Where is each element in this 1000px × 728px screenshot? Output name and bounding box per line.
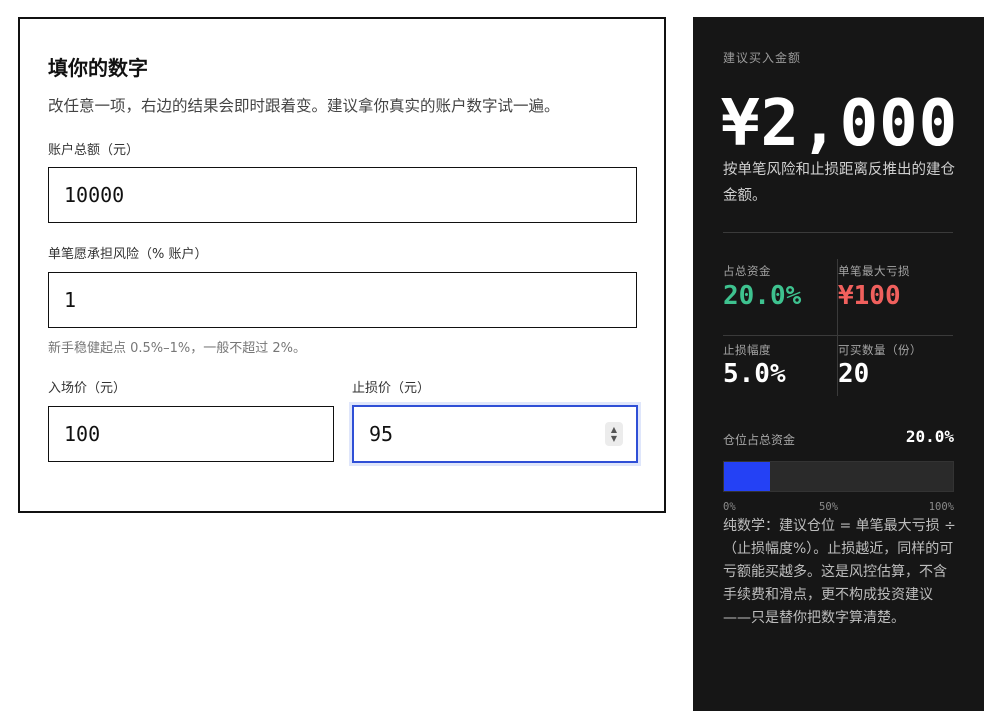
stop-price-value: 95 <box>369 422 394 446</box>
bar-tick-100: 100% <box>928 501 954 513</box>
stat-value-stop-range: 5.0% <box>723 359 786 389</box>
suggested-amount: ¥2,000 <box>721 87 959 161</box>
entry-price-value: 100 <box>64 422 101 446</box>
position-bar-label: 仓位占总资金 <box>723 433 796 447</box>
spin-down-icon[interactable]: ▼ <box>611 434 617 443</box>
stat-value-max-loss: ¥100 <box>838 281 901 311</box>
stat-value-capital-share: 20.0% <box>723 281 802 311</box>
suggested-amount-label: 建议买入金额 <box>723 51 802 65</box>
input-form-card: 填你的数字 改任意一项，右边的结果会即时跟着变。建议拿你真实的账户数字试一遍。 … <box>18 17 666 513</box>
amount-description: 按单笔风险和止损距离反推出的建仓金额。 <box>723 162 955 204</box>
entry-price-label: 入场价（元） <box>48 381 127 396</box>
spin-up-icon[interactable]: ▲ <box>611 425 617 434</box>
bar-tick-0: 0% <box>723 501 736 513</box>
stat-label-max-loss: 单笔最大亏损 <box>838 264 910 278</box>
stat-value-quantity: 20 <box>838 359 870 389</box>
stop-price-input[interactable]: 95 ▲ ▼ <box>352 405 638 463</box>
risk-percent-label: 单笔愿承担风险（% 账户） <box>48 247 208 262</box>
stat-label-quantity: 可买数量（份） <box>838 343 922 357</box>
account-total-value: 10000 <box>64 183 125 207</box>
form-subtitle: 改任意一项，右边的结果会即时跟着变。建议拿你真实的账户数字试一遍。 <box>48 97 560 115</box>
stat-label-capital-share: 占总资金 <box>723 264 771 278</box>
position-bar-percent: 20.0% <box>905 427 954 446</box>
number-spinner[interactable]: ▲ ▼ <box>605 422 623 446</box>
form-title: 填你的数字 <box>48 56 148 80</box>
bar-tick-50: 50% <box>819 501 838 513</box>
calculation-explanation: 纯数学：建议仓位 = 单笔最大亏损 ÷（止损幅度%）。止损越近，同样的可亏额能买… <box>723 518 956 626</box>
account-total-label: 账户总额（元） <box>48 143 140 158</box>
risk-hint: 新手稳健起点 0.5%–1%，一般不超过 2%。 <box>48 341 307 356</box>
position-bar-track <box>723 461 954 492</box>
position-bar-fill <box>724 462 770 491</box>
account-total-input[interactable]: 10000 <box>48 167 637 223</box>
risk-percent-input[interactable]: 1 <box>48 272 637 328</box>
stats-row-divider <box>723 335 953 336</box>
divider <box>723 232 953 233</box>
stop-price-label: 止损价（元） <box>352 381 431 396</box>
stat-label-stop-range: 止损幅度 <box>723 343 771 357</box>
result-panel: 建议买入金额 ¥2,000 按单笔风险和止损距离反推出的建仓金额。 占总资金 2… <box>693 17 984 711</box>
entry-price-input[interactable]: 100 <box>48 406 334 462</box>
risk-percent-value: 1 <box>64 288 77 312</box>
